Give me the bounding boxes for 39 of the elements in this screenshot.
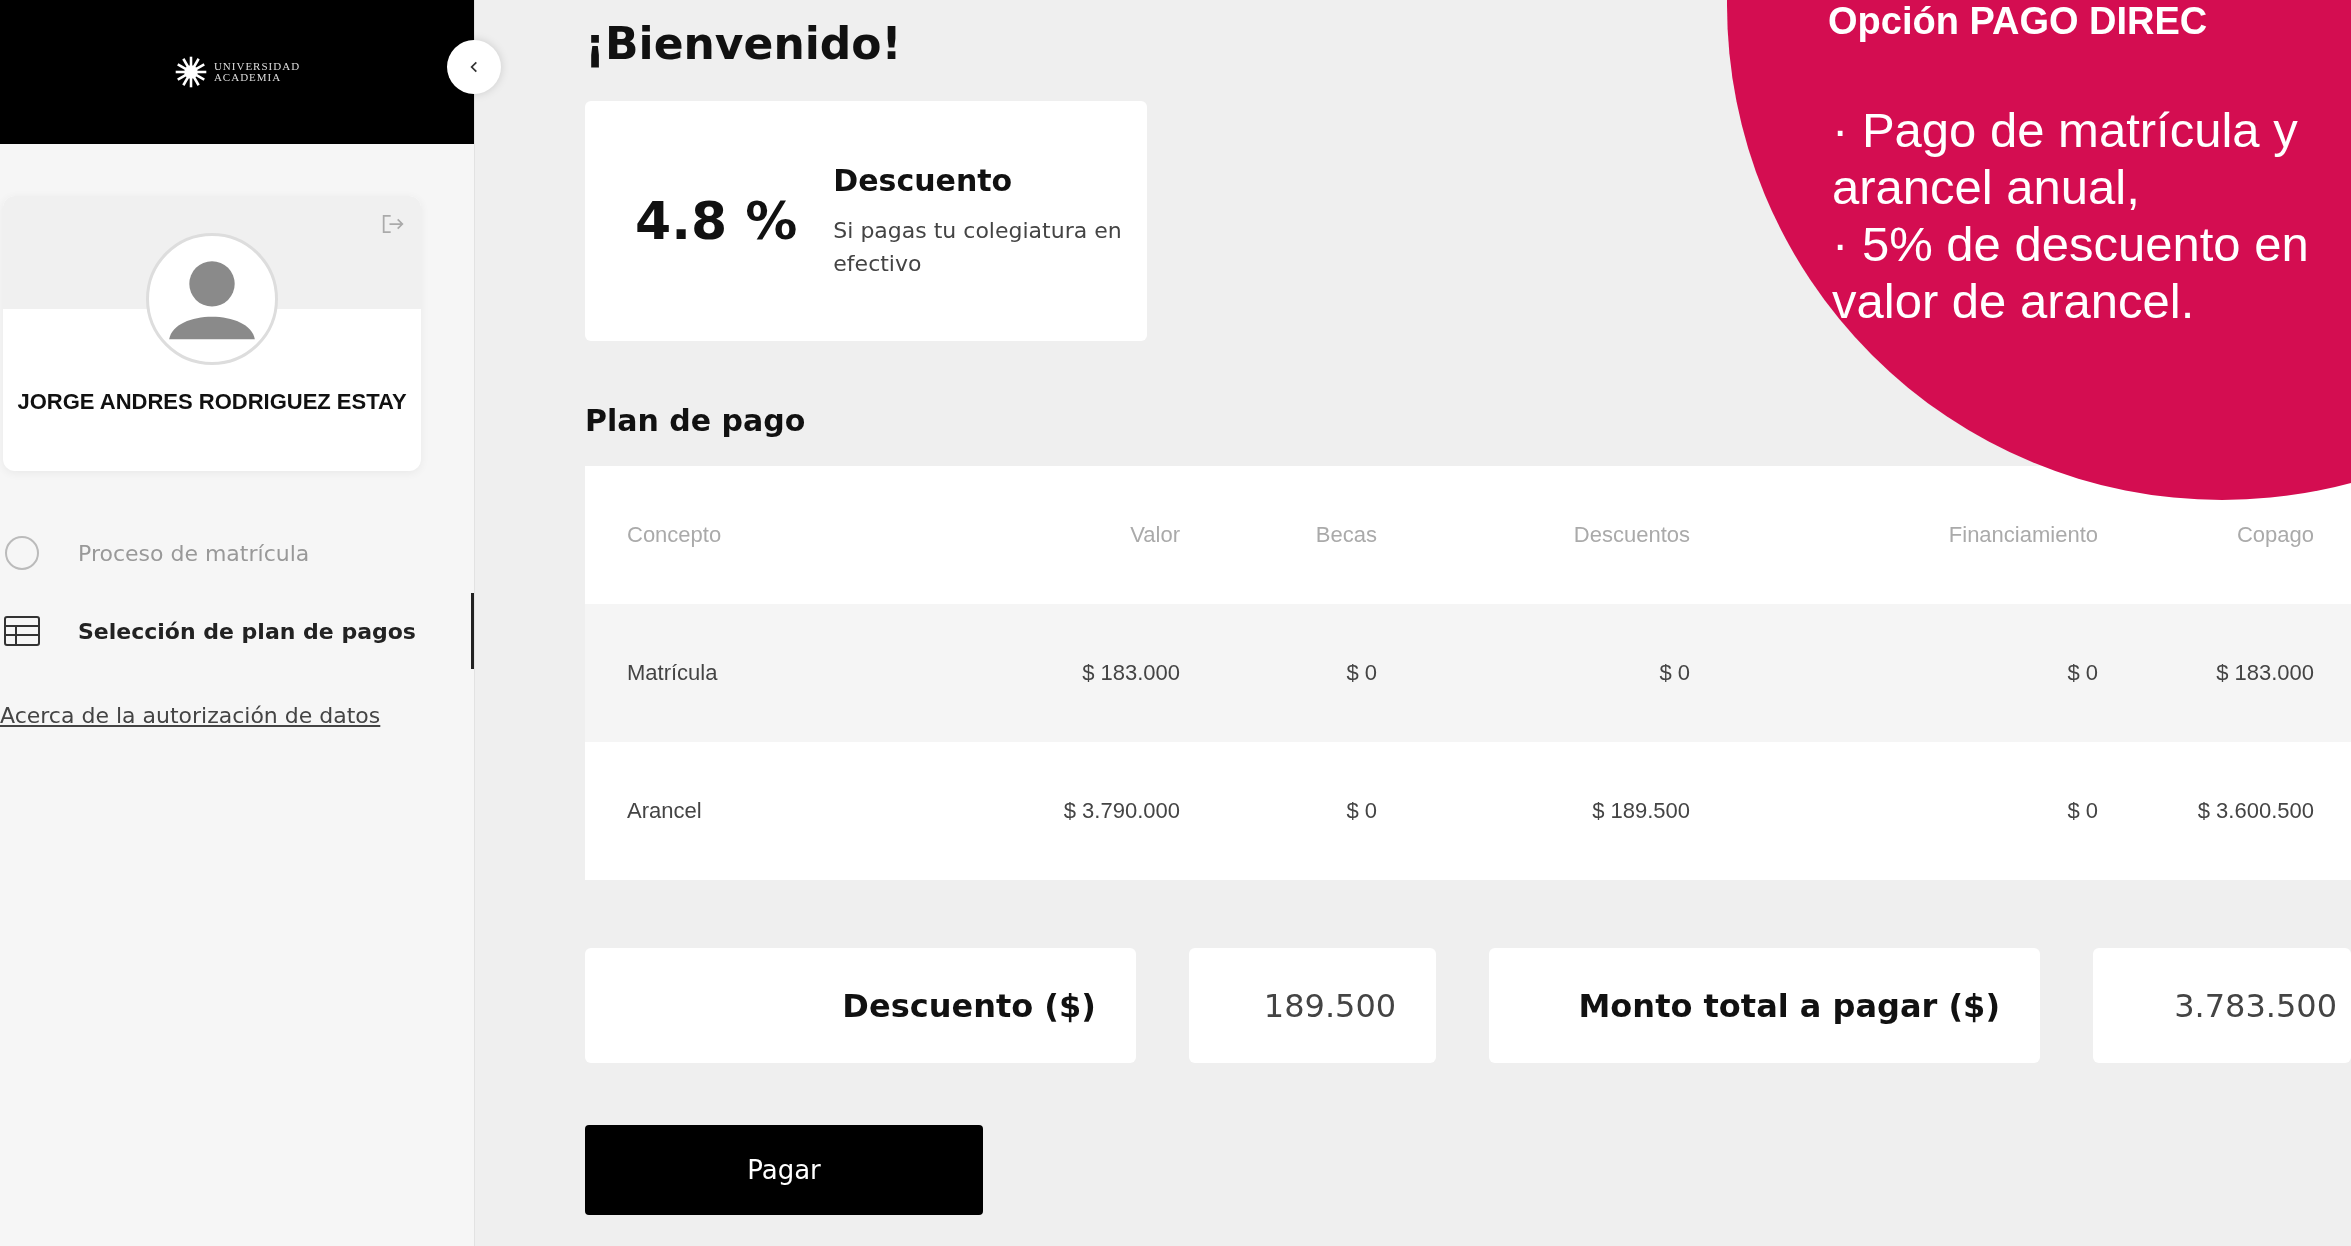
summary-label: Descuento ($) [585, 948, 1136, 1063]
table-cell-text: $ 183.000 [1081, 660, 1180, 686]
pay-button[interactable]: Pagar [585, 1125, 983, 1215]
table-icon [4, 616, 40, 646]
collapse-button[interactable] [447, 40, 501, 94]
summary-label: Monto total a pagar ($) [1489, 948, 2040, 1063]
discount-description: Si pagas tu colegiatura en efectivo [833, 216, 1123, 278]
user-name: JORGE ANDRES RODRIGUEZ ESTAY [17, 389, 407, 415]
table-cell-text: $ 183.000 [2215, 660, 2314, 686]
callout-bullet: · Pago de matrícula y arancel anual, [1831, 101, 2299, 216]
table-cell-text: Matrícula [627, 660, 719, 686]
page-title: ¡Bienvenido! [585, 18, 902, 69]
table-cell-text: $ 0 [1345, 660, 1377, 686]
table-cell-text: $ 0 [1345, 798, 1377, 824]
table-cell-text: Arancel [627, 798, 703, 824]
summary-value: 3.783.500 [2093, 948, 2351, 1063]
callout-title: Opción PAGO DIREC [1828, 2, 2209, 42]
table-cell-text: $ 3.790.000 [1062, 798, 1180, 824]
section-title: Plan de pago [585, 403, 807, 438]
sun-logo-icon [173, 55, 208, 89]
column-header: Becas [1314, 522, 1377, 548]
table-cell-text: $ 0 [2066, 660, 2098, 686]
column-header: Financiamiento [1947, 522, 2098, 548]
table-cell-text: $ 3.600.500 [2196, 798, 2314, 824]
table-cell-text: $ 189.500 [1591, 798, 1690, 824]
column-header: Copago [2235, 522, 2314, 548]
column-header: Concepto [627, 522, 723, 548]
column-header: Valor [1129, 522, 1180, 548]
circle-icon [4, 535, 40, 571]
logo-text: ACADEMIA [213, 72, 283, 83]
discount-value: 4.8 % [635, 191, 798, 251]
callout-bullet: · 5% de descuento en valor de arancel. [1831, 215, 2310, 330]
summary-value: 189.500 [1188, 948, 1437, 1063]
column-header: Descuentos [1572, 522, 1690, 548]
logo-text: UNIVERSIDAD [213, 61, 301, 72]
discount-heading: Descuento [833, 162, 1014, 198]
table-cell-text: $ 0 [1658, 660, 1690, 686]
authorization-link[interactable]: Acerca de la autorización de datos [0, 703, 381, 728]
table-cell-text: $ 0 [2066, 798, 2098, 824]
